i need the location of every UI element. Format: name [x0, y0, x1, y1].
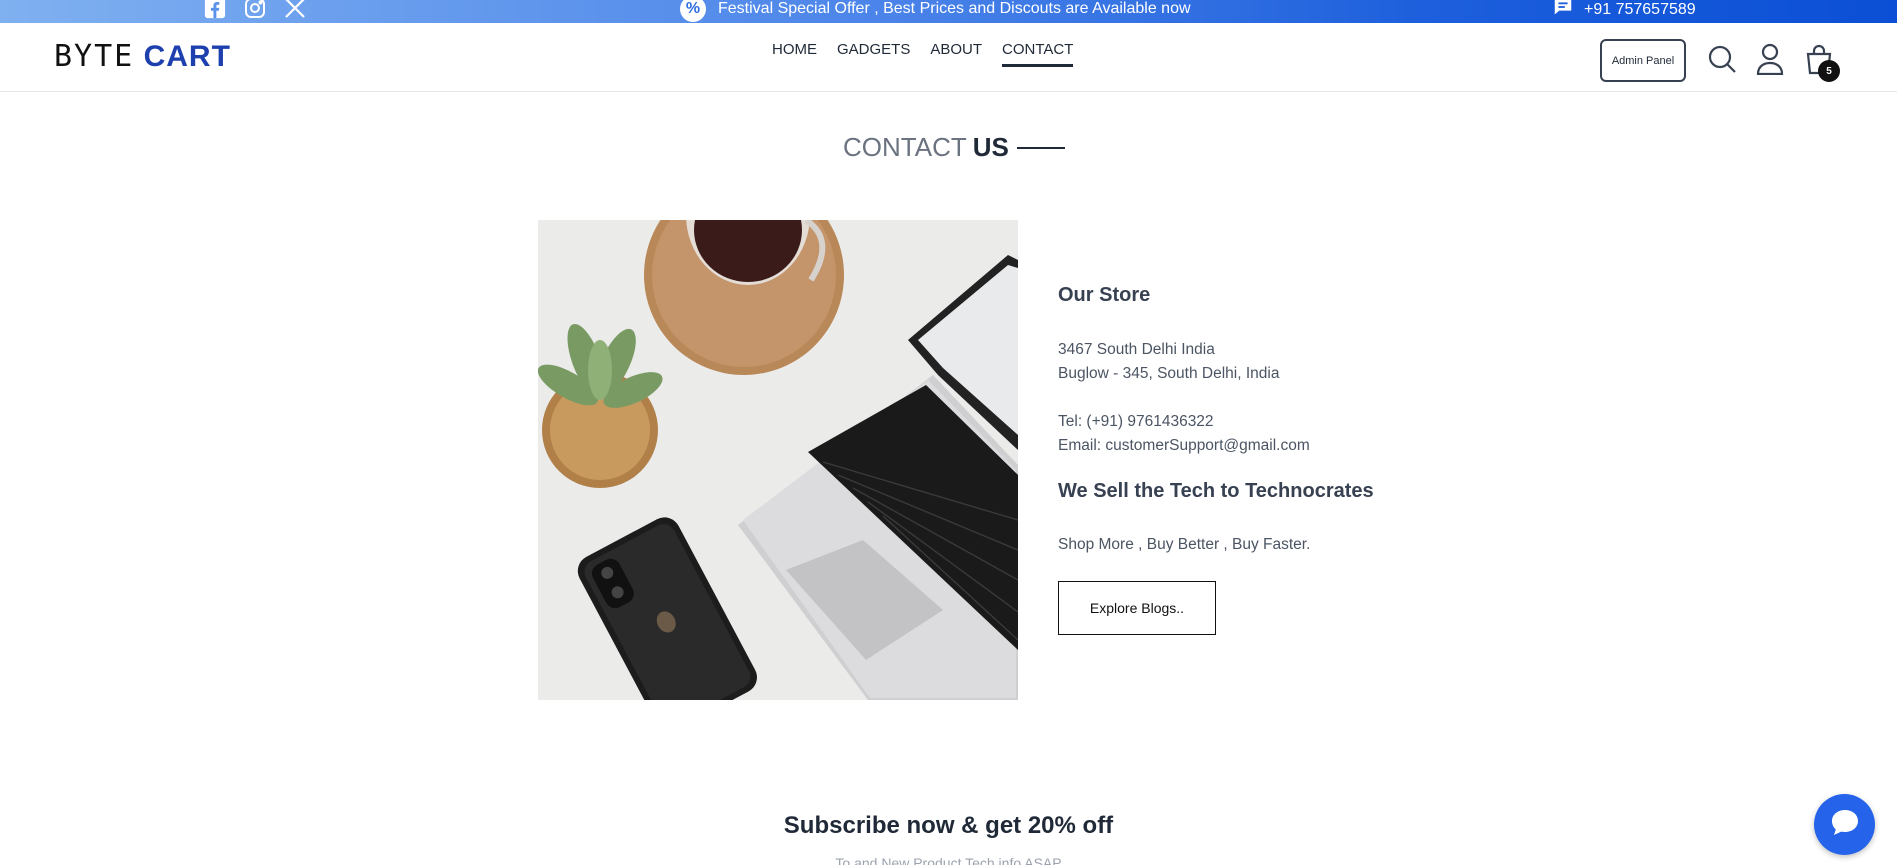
contact-image	[538, 220, 1018, 700]
site-header: BYTE CART HOME GADGETS ABOUT CONTACT Adm…	[0, 23, 1897, 92]
instagram-icon[interactable]	[242, 0, 268, 21]
search-icon[interactable]	[1706, 43, 1738, 75]
title-divider	[1016, 146, 1065, 149]
page-title: CONTACT US	[843, 132, 1065, 163]
promo-bar: % Festival Special Offer , Best Prices a…	[0, 0, 1897, 23]
address-line2: Buglow - 345, South Delhi, India	[1058, 365, 1280, 382]
nav-home[interactable]: HOME	[772, 41, 817, 67]
site-logo[interactable]: BYTE CART	[54, 39, 231, 74]
logo-text-byte: BYTE	[54, 39, 135, 74]
user-account-icon[interactable]	[1754, 43, 1786, 75]
nav-gadgets[interactable]: GADGETS	[837, 41, 910, 67]
logo-text-cart: CART	[143, 40, 231, 73]
phone-number: +91 757657589	[1584, 0, 1696, 18]
social-links	[202, 0, 308, 21]
page-title-light: CONTACT	[843, 132, 967, 162]
tagline-text: Shop More , Buy Better , Buy Faster.	[1058, 536, 1311, 553]
email: Email: customerSupport@gmail.com	[1058, 437, 1310, 454]
main-nav: HOME GADGETS ABOUT CONTACT	[772, 41, 1074, 67]
explore-blogs-button[interactable]: Explore Blogs..	[1058, 581, 1216, 635]
admin-panel-button[interactable]: Admin Panel	[1600, 39, 1686, 82]
percent-badge-icon: %	[680, 0, 706, 22]
nav-contact[interactable]: CONTACT	[1002, 41, 1074, 67]
store-heading: Our Store	[1058, 284, 1151, 306]
offer-text: Festival Special Offer , Best Prices and…	[718, 0, 1191, 17]
subscribe-subtitle: To and New Product Tech info ASAP	[835, 855, 1062, 865]
tagline-heading: We Sell the Tech to Technocrates	[1058, 480, 1374, 502]
page-title-bold: US	[972, 132, 1009, 162]
nav-about[interactable]: ABOUT	[930, 41, 982, 67]
telephone: Tel: (+91) 9761436322	[1058, 413, 1214, 430]
subscribe-heading: Subscribe now & get 20% off	[783, 812, 1114, 839]
facebook-icon[interactable]	[202, 0, 228, 21]
x-twitter-icon[interactable]	[282, 0, 308, 21]
phone-contact[interactable]: +91 757657589	[1552, 0, 1696, 23]
address-line1: 3467 South Delhi India	[1058, 341, 1215, 358]
chat-widget-button[interactable]	[1814, 794, 1875, 855]
chat-bubble-icon	[1552, 0, 1574, 23]
store-address: 3467 South Delhi India Buglow - 345, Sou…	[1058, 338, 1279, 386]
cart-count-badge: 5	[1818, 60, 1840, 82]
store-contact: Tel: (+91) 9761436322 Email: customerSup…	[1058, 410, 1310, 458]
chat-icon	[1828, 805, 1862, 844]
offer-message: % Festival Special Offer , Best Prices a…	[680, 0, 1191, 22]
